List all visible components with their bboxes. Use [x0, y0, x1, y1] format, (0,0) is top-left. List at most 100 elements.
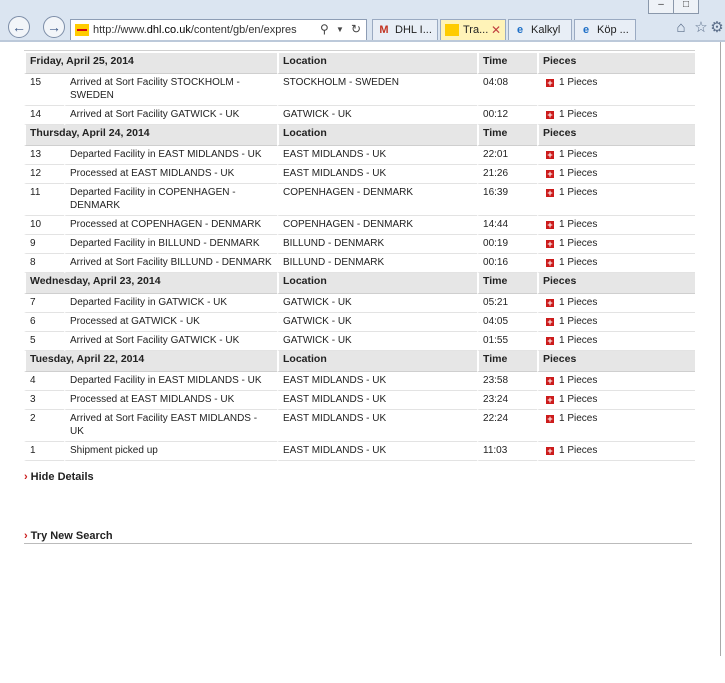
pieces-count: 1 Pieces: [559, 394, 598, 405]
date-header: Thursday, April 24, 2014: [24, 125, 278, 146]
event-location: GATWICK - UK: [277, 313, 478, 332]
event-pieces: +1 Pieces: [537, 235, 696, 254]
event-pieces: +1 Pieces: [537, 146, 696, 165]
close-tab-icon[interactable]: ✕: [491, 20, 501, 40]
expand-plus-icon[interactable]: +: [546, 151, 555, 160]
event-pieces: +1 Pieces: [537, 332, 696, 351]
forward-button[interactable]: →: [43, 16, 65, 38]
time-column-header: Time: [477, 351, 538, 372]
event-description: Processed at EAST MIDLANDS - UK: [64, 165, 278, 184]
divider: [24, 543, 692, 544]
back-arrow-icon: ←: [12, 19, 26, 35]
pieces-count: 1 Pieces: [559, 149, 598, 160]
expand-plus-icon[interactable]: +: [546, 111, 555, 120]
pieces-count: 1 Pieces: [559, 238, 598, 249]
event-location: EAST MIDLANDS - UK: [277, 391, 478, 410]
pieces-column-header: Pieces: [537, 53, 696, 74]
pieces-count: 1 Pieces: [559, 257, 598, 268]
favorites-star-icon[interactable]: ☆: [692, 19, 710, 37]
address-bar[interactable]: http://www.dhl.co.uk/content/gb/en/expre…: [70, 19, 367, 41]
home-icon[interactable]: ⌂: [672, 19, 690, 37]
dhl-icon: [445, 24, 459, 36]
event-pieces: +1 Pieces: [537, 74, 696, 106]
event-time: 23:58: [477, 372, 538, 391]
expand-plus-icon[interactable]: +: [546, 259, 555, 268]
pieces-count: 1 Pieces: [559, 109, 598, 120]
expand-plus-icon[interactable]: +: [546, 221, 555, 230]
tools-gear-icon[interactable]: ⚙: [710, 19, 724, 37]
dhl-favicon-icon: [75, 24, 89, 36]
location-column-header: Location: [277, 125, 478, 146]
event-description: Arrived at Sort Facility BILLUND - DENMA…: [64, 254, 278, 273]
table-row: 3 Processed at EAST MIDLANDS - UK EAST MID…: [24, 391, 696, 410]
event-description: Arrived at Sort Facility GATWICK - UK: [64, 106, 278, 125]
pieces-column-header: Pieces: [537, 125, 696, 146]
table-row: 6 Processed at GATWICK - UK GATWICK - UK 04…: [24, 313, 696, 332]
tab-kalkyl[interactable]: e Kalkyl: [508, 19, 572, 41]
expand-plus-icon[interactable]: +: [546, 189, 555, 198]
page-edge: [720, 42, 721, 656]
try-new-search-link[interactable]: › Try New Search: [24, 530, 113, 542]
event-pieces: +1 Pieces: [537, 313, 696, 332]
event-time: 11:03: [477, 442, 538, 461]
expand-plus-icon[interactable]: +: [546, 337, 555, 346]
pieces-count: 1 Pieces: [559, 219, 598, 230]
event-description: Processed at GATWICK - UK: [64, 313, 278, 332]
event-number: 13: [24, 146, 64, 165]
event-description: Shipment picked up: [64, 442, 278, 461]
event-description: Departed Facility in EAST MIDLANDS - UK: [64, 146, 278, 165]
tab-gmail[interactable]: M DHL I...: [372, 19, 438, 41]
back-button[interactable]: ←: [8, 16, 30, 38]
expand-plus-icon[interactable]: +: [546, 377, 555, 386]
event-location: GATWICK - UK: [277, 106, 478, 125]
minimize-button[interactable]: –: [648, 0, 674, 14]
tab-tracking[interactable]: Tra... ✕: [440, 19, 506, 41]
event-time: 14:44: [477, 216, 538, 235]
pieces-count: 1 Pieces: [559, 316, 598, 327]
pieces-column-header: Pieces: [537, 273, 696, 294]
date-header-row: Tuesday, April 22, 2014 Location Time Piece…: [24, 351, 696, 372]
event-pieces: +1 Pieces: [537, 391, 696, 410]
event-description: Processed at EAST MIDLANDS - UK: [64, 391, 278, 410]
event-location: EAST MIDLANDS - UK: [277, 165, 478, 184]
table-row: 9 Departed Facility in BILLUND - DENMARK B…: [24, 235, 696, 254]
dropdown-arrow-icon[interactable]: ▼: [336, 25, 344, 34]
page-content: Friday, April 25, 2014 Location Time Pieces…: [0, 42, 725, 683]
expand-plus-icon[interactable]: +: [546, 79, 555, 88]
time-column-header: Time: [477, 273, 538, 294]
event-number: 4: [24, 372, 64, 391]
expand-plus-icon[interactable]: +: [546, 299, 555, 308]
location-column-header: Location: [277, 273, 478, 294]
table-row: 5 Arrived at Sort Facility GATWICK - UK GA…: [24, 332, 696, 351]
date-header-row: Thursday, April 24, 2014 Location Time Piec…: [24, 125, 696, 146]
hide-details-link[interactable]: › Hide Details: [24, 471, 94, 483]
expand-plus-icon[interactable]: +: [546, 415, 555, 424]
forward-arrow-icon: →: [47, 19, 61, 35]
pieces-count: 1 Pieces: [559, 375, 598, 386]
table-row: 11 Departed Facility in COPENHAGEN - DENM…: [24, 184, 696, 216]
tab-kop[interactable]: e Köp ...: [574, 19, 636, 41]
event-time: 00:16: [477, 254, 538, 273]
maximize-button[interactable]: □: [673, 0, 699, 14]
table-row: 14 Arrived at Sort Facility GATWICK - UK G…: [24, 106, 696, 125]
event-pieces: +1 Pieces: [537, 442, 696, 461]
url-text[interactable]: http://www.dhl.co.uk/content/gb/en/expre…: [93, 24, 315, 36]
event-location: STOCKHOLM - SWEDEN: [277, 74, 478, 106]
event-description: Departed Facility in COPENHAGEN - DENMAR…: [64, 184, 278, 216]
event-time: 23:24: [477, 391, 538, 410]
expand-plus-icon[interactable]: +: [546, 447, 555, 456]
pieces-count: 1 Pieces: [559, 297, 598, 308]
expand-plus-icon[interactable]: +: [546, 318, 555, 327]
expand-plus-icon[interactable]: +: [546, 240, 555, 249]
expand-plus-icon[interactable]: +: [546, 170, 555, 179]
pieces-count: 1 Pieces: [559, 445, 598, 456]
gmail-icon: M: [379, 24, 389, 36]
ie-icon: e: [516, 24, 524, 36]
refresh-icon[interactable]: ↻: [351, 22, 361, 36]
date-header-row: Wednesday, April 23, 2014 Location Time Pie…: [24, 273, 696, 294]
search-icon[interactable]: ⚲: [320, 22, 329, 36]
event-location: EAST MIDLANDS - UK: [277, 372, 478, 391]
expand-plus-icon[interactable]: +: [546, 396, 555, 405]
event-description: Processed at COPENHAGEN - DENMARK: [64, 216, 278, 235]
event-description: Arrived at Sort Facility EAST MIDLANDS -…: [64, 410, 278, 442]
